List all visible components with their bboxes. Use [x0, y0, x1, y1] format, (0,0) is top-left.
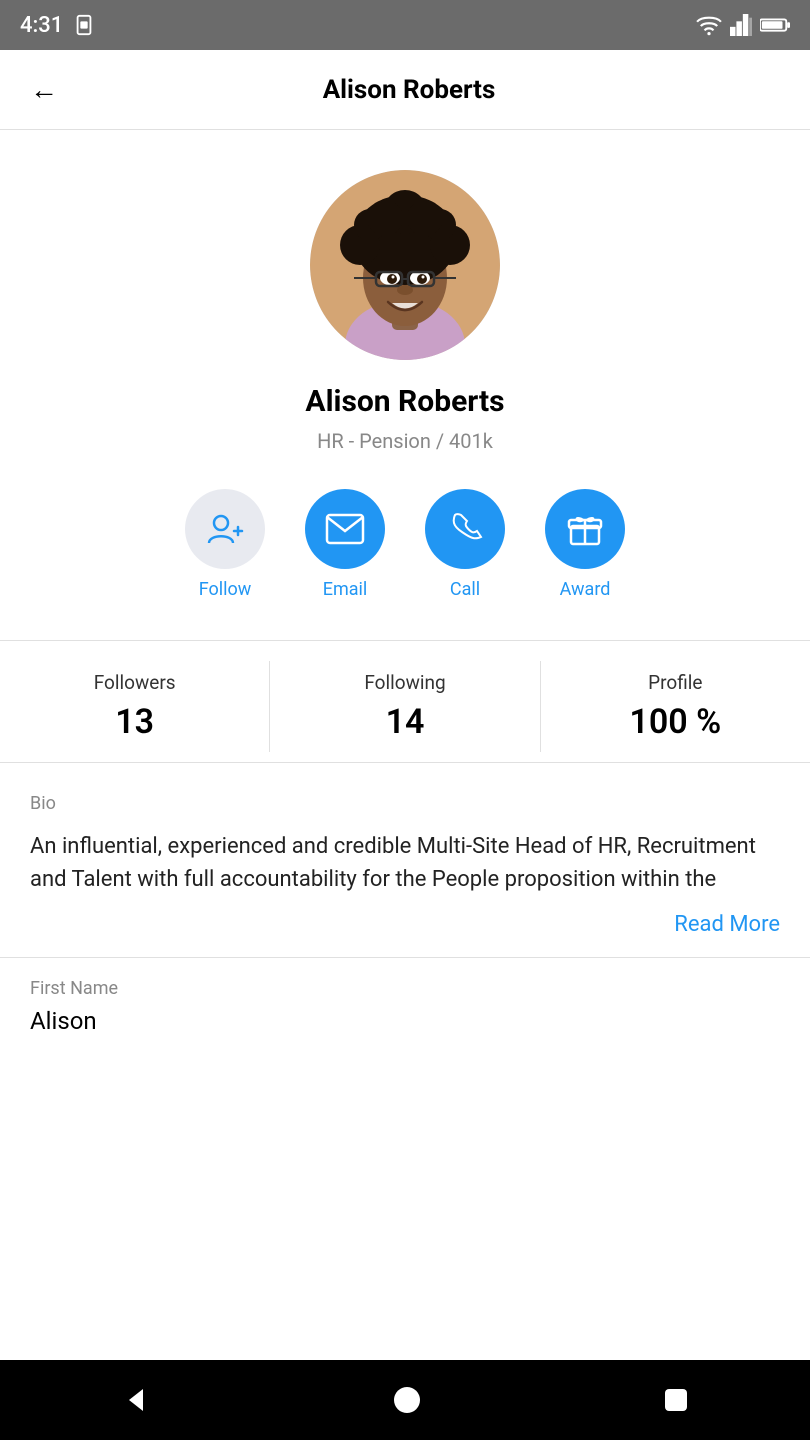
header: ← Alison Roberts	[0, 50, 810, 130]
call-icon	[447, 511, 483, 547]
bio-section: Bio An influential, experienced and cred…	[0, 763, 810, 957]
profile-value: 100 %	[629, 702, 721, 742]
following-stat[interactable]: Following 14	[270, 661, 540, 752]
header-title: Alison Roberts	[68, 75, 750, 105]
nav-recent-button[interactable]	[663, 1387, 689, 1413]
nav-recent-icon	[663, 1387, 689, 1413]
email-icon	[325, 513, 365, 545]
bio-text: An influential, experienced and credible…	[30, 830, 780, 896]
profile-section: Alison Roberts HR - Pension / 401k Follo…	[0, 130, 810, 640]
stats-section: Followers 13 Following 14 Profile 100 %	[0, 640, 810, 763]
profile-label: Profile	[648, 671, 702, 694]
sim-icon	[73, 14, 95, 36]
email-label: Email	[323, 579, 368, 600]
award-action[interactable]: Award	[545, 489, 625, 600]
followers-value: 13	[115, 702, 154, 742]
follow-circle	[185, 489, 265, 569]
follow-icon	[205, 509, 245, 549]
profile-name: Alison Roberts	[305, 384, 504, 419]
nav-bar	[0, 1360, 810, 1440]
wifi-icon	[696, 14, 722, 36]
status-bar: 4:31	[0, 0, 810, 50]
email-circle	[305, 489, 385, 569]
followers-stat[interactable]: Followers 13	[0, 661, 270, 752]
follow-label: Follow	[199, 579, 252, 600]
followers-label: Followers	[94, 671, 176, 694]
award-circle	[545, 489, 625, 569]
call-label: Call	[450, 579, 480, 600]
back-button[interactable]: ←	[20, 64, 68, 116]
bio-heading: Bio	[30, 793, 780, 814]
award-label: Award	[560, 579, 611, 600]
first-name-value: Alison	[30, 1007, 780, 1035]
profile-stat[interactable]: Profile 100 %	[541, 661, 810, 752]
nav-back-icon	[121, 1385, 151, 1415]
nav-home-icon	[392, 1385, 422, 1415]
email-action[interactable]: Email	[305, 489, 385, 600]
profile-role: HR - Pension / 401k	[317, 429, 493, 453]
award-icon	[566, 510, 604, 548]
following-value: 14	[386, 702, 425, 742]
following-label: Following	[364, 671, 445, 694]
first-name-label: First Name	[30, 978, 780, 999]
action-buttons: Follow Email Call	[185, 489, 625, 600]
status-time: 4:31	[20, 13, 63, 38]
nav-home-button[interactable]	[392, 1385, 422, 1415]
read-more-button[interactable]: Read More	[30, 912, 780, 937]
call-action[interactable]: Call	[425, 489, 505, 600]
first-name-section: First Name Alison	[0, 957, 810, 1045]
follow-action[interactable]: Follow	[185, 489, 265, 600]
nav-back-button[interactable]	[121, 1385, 151, 1415]
signal-icon	[730, 14, 752, 36]
avatar	[310, 170, 500, 360]
call-circle	[425, 489, 505, 569]
battery-icon	[760, 16, 790, 34]
